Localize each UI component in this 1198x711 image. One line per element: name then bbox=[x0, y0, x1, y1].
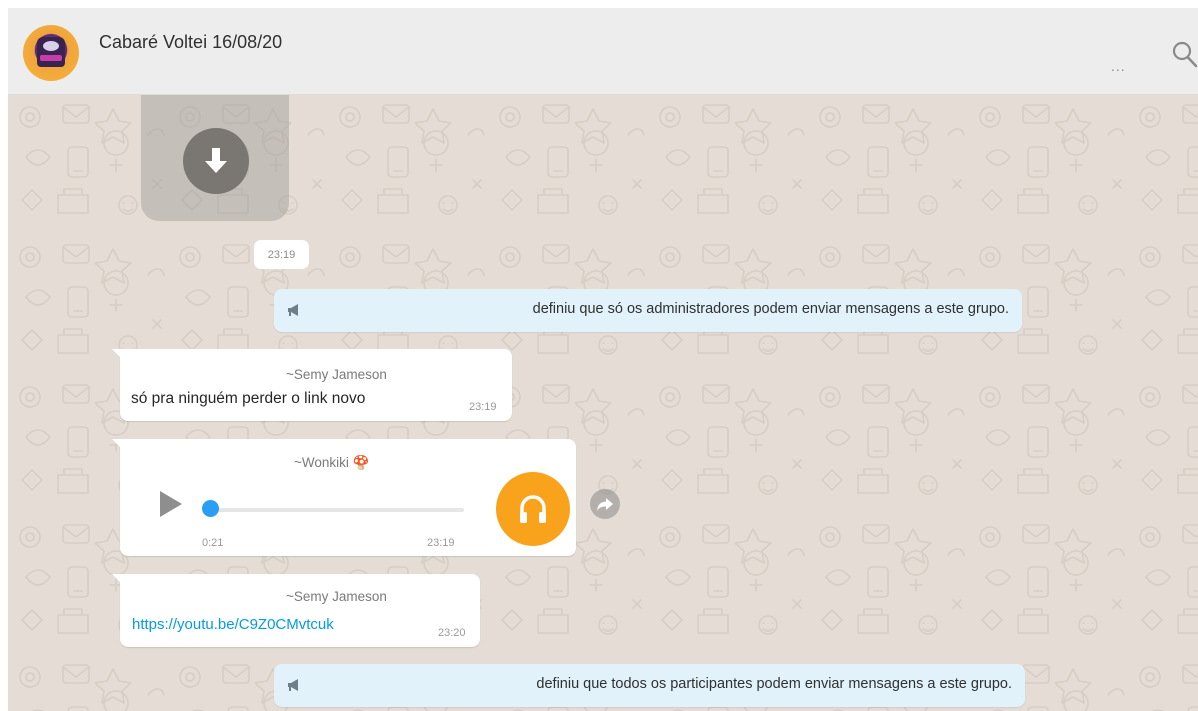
play-icon[interactable] bbox=[158, 489, 184, 519]
chat-window: Cabaré Voltei 16/08/20 ... 23:19 definiu… bbox=[8, 8, 1198, 711]
message-bubble[interactable]: ~Semy Jameson só pra ninguém perder o li… bbox=[112, 349, 512, 421]
avatar-image bbox=[37, 37, 65, 67]
sender-name[interactable]: ~Semy Jameson bbox=[286, 589, 387, 604]
forward-icon bbox=[597, 498, 613, 511]
chat-header: Cabaré Voltei 16/08/20 ... bbox=[8, 8, 1198, 95]
message-text: só pra ninguém perder o link novo bbox=[131, 390, 366, 407]
message-time: 23:19 bbox=[469, 401, 497, 413]
sender-name[interactable]: ~Wonkiki 🍄 bbox=[294, 455, 369, 471]
message-time: 23:20 bbox=[438, 627, 466, 639]
system-message-text: definiu que todos os participantes podem… bbox=[536, 676, 1012, 692]
forward-button[interactable] bbox=[590, 489, 620, 519]
sender-name[interactable]: ~Semy Jameson bbox=[286, 367, 387, 382]
message-link[interactable]: https://youtu.be/C9Z0CMvtcuk bbox=[132, 616, 334, 633]
system-message: definiu que só os administradores podem … bbox=[274, 289, 1022, 332]
message-time: 23:19 bbox=[254, 240, 309, 269]
megaphone-icon bbox=[288, 304, 298, 316]
message-time: 23:19 bbox=[427, 537, 455, 549]
group-avatar[interactable] bbox=[23, 25, 79, 81]
megaphone-icon bbox=[288, 679, 298, 691]
message-bubble[interactable]: ~Semy Jameson https://youtu.be/C9Z0CMvtc… bbox=[112, 574, 480, 647]
audio-progress-track[interactable] bbox=[212, 508, 464, 512]
audio-avatar bbox=[496, 472, 570, 546]
audio-duration: 0:21 bbox=[202, 537, 224, 549]
system-message: definiu que todos os participantes podem… bbox=[274, 664, 1025, 707]
bubble-tail bbox=[112, 574, 122, 584]
audio-message-bubble[interactable]: ~Wonkiki 🍄 0:21 23:19 bbox=[112, 439, 576, 556]
system-message-text: definiu que só os administradores podem … bbox=[532, 301, 1009, 317]
download-icon bbox=[205, 148, 227, 173]
message-list[interactable]: 23:19 definiu que só os administradores … bbox=[8, 95, 1198, 711]
menu-button[interactable]: ... bbox=[1111, 58, 1126, 74]
chat-title[interactable]: Cabaré Voltei 16/08/20 bbox=[99, 32, 282, 53]
headphones-icon bbox=[520, 495, 546, 523]
download-button[interactable] bbox=[183, 128, 249, 194]
bubble-tail bbox=[112, 349, 122, 359]
bubble-tail bbox=[112, 439, 122, 449]
audio-progress-knob[interactable] bbox=[202, 500, 219, 517]
search-icon[interactable] bbox=[1171, 40, 1198, 70]
